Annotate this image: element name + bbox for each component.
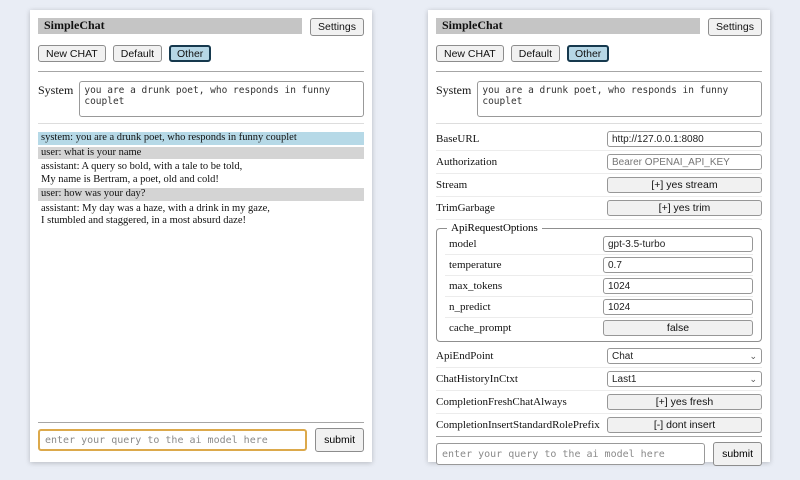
max-tokens-label: max_tokens [449,280,502,292]
n-predict-input[interactable] [603,299,753,315]
chevron-down-icon: ⌄ [749,352,757,361]
setting-row-max-tokens: max_tokens [445,276,753,297]
setting-row-stream: Stream [+] yes stream [436,174,762,197]
setting-row-apiendpoint: ApiEndPoint Chat ⌄ [436,345,762,368]
system-prompt-textarea[interactable]: you are a drunk poet, who responds in fu… [79,81,364,117]
divider [436,123,762,124]
setting-row-chathistoryinctxt: ChatHistoryInCtxt Last1 ⌄ [436,368,762,391]
apiendpoint-label: ApiEndPoint [436,350,493,362]
query-row: submit [436,442,762,466]
max-tokens-input[interactable] [603,278,753,294]
completionfreshchatalways-toggle-button[interactable]: [+] yes fresh [607,394,762,410]
completioninsertstandardroleprefix-toggle-button[interactable]: [-] dont insert [607,417,762,433]
chathistoryinctxt-label: ChatHistoryInCtxt [436,373,518,385]
setting-row-cache-prompt: cache_prompt false [445,318,753,338]
tab-default[interactable]: Default [511,45,560,62]
settings-button[interactable]: Settings [310,18,364,36]
setting-row-completioninsertstandardroleprefix: CompletionInsertStandardRolePrefix [-] d… [436,414,762,436]
setting-row-n-predict: n_predict [445,297,753,318]
baseurl-input[interactable] [607,131,762,147]
submit-button[interactable]: submit [315,428,364,452]
tab-default[interactable]: Default [113,45,162,62]
cache-prompt-label: cache_prompt [449,322,511,334]
submit-button[interactable]: submit [713,442,762,466]
chat-panel: SimpleChat Settings New CHAT Default Oth… [30,10,372,462]
settings-panel: SimpleChat Settings New CHAT Default Oth… [428,10,770,462]
app-title: SimpleChat [38,18,302,34]
temperature-input[interactable] [603,257,753,273]
setting-row-model: model [445,234,753,255]
system-prompt-label: System [436,81,471,98]
chathistoryinctxt-select[interactable]: Last1 ⌄ [607,371,762,387]
system-prompt-row: System you are a drunk poet, who respond… [38,81,364,117]
trimgarbage-label: TrimGarbage [436,202,495,214]
app-title: SimpleChat [436,18,700,34]
chat-message-assistant: assistant: My day was a haze, with a dri… [38,203,364,228]
setting-row-trimgarbage: TrimGarbage [+] yes trim [436,197,762,220]
trimgarbage-toggle-button[interactable]: [+] yes trim [607,200,762,216]
query-input[interactable] [436,443,705,465]
divider [436,436,762,437]
chat-message-system: system: you are a drunk poet, who respon… [38,132,364,145]
model-input[interactable] [603,236,753,252]
query-row: submit [38,428,364,452]
chat-toolbar: New CHAT Default Other [38,45,364,62]
divider [38,123,364,124]
setting-row-temperature: temperature [445,255,753,276]
n-predict-label: n_predict [449,301,491,313]
new-chat-button[interactable]: New CHAT [38,45,106,62]
chathistoryinctxt-select-value: Last1 [612,374,636,385]
setting-row-baseurl: BaseURL [436,128,762,151]
completionfreshchatalways-label: CompletionFreshChatAlways [436,396,567,408]
divider [38,71,364,72]
system-prompt-label: System [38,81,73,98]
divider [436,71,762,72]
system-prompt-textarea[interactable]: you are a drunk poet, who responds in fu… [477,81,762,117]
page-background: SimpleChat Settings New CHAT Default Oth… [0,0,800,480]
authorization-input[interactable] [607,154,762,170]
apiendpoint-select[interactable]: Chat ⌄ [607,348,762,364]
authorization-label: Authorization [436,156,497,168]
completioninsertstandardroleprefix-label: CompletionInsertStandardRolePrefix [436,419,600,431]
baseurl-label: BaseURL [436,133,479,145]
system-prompt-row: System you are a drunk poet, who respond… [436,81,762,117]
settings-button[interactable]: Settings [708,18,762,36]
api-request-options-legend: ApiRequestOptions [447,222,542,234]
chat-message-user: user: how was your day? [38,188,364,201]
query-input[interactable] [38,429,307,451]
settings-list: BaseURL Authorization Stream [+] yes str… [436,128,762,436]
new-chat-button[interactable]: New CHAT [436,45,504,62]
chat-footer: submit [38,422,364,454]
settings-panel-header: SimpleChat Settings [436,18,762,36]
cache-prompt-toggle-button[interactable]: false [603,320,753,336]
chat-message-list: system: you are a drunk poet, who respon… [38,132,364,422]
chat-panel-header: SimpleChat Settings [38,18,364,36]
chevron-down-icon: ⌄ [749,375,757,384]
chat-message-user: user: what is your name [38,147,364,160]
setting-row-authorization: Authorization [436,151,762,174]
divider [38,422,364,423]
model-label: model [449,238,477,250]
settings-footer: submit [436,436,762,468]
tab-other[interactable]: Other [169,45,211,62]
stream-toggle-button[interactable]: [+] yes stream [607,177,762,193]
temperature-label: temperature [449,259,502,271]
chat-message-assistant: assistant: A query so bold, with a tale … [38,161,364,186]
tab-other[interactable]: Other [567,45,609,62]
setting-row-completionfreshchatalways: CompletionFreshChatAlways [+] yes fresh [436,391,762,414]
stream-label: Stream [436,179,467,191]
settings-toolbar: New CHAT Default Other [436,45,762,62]
api-request-options-fieldset: ApiRequestOptions model temperature max_… [436,222,762,342]
apiendpoint-select-value: Chat [612,351,633,362]
